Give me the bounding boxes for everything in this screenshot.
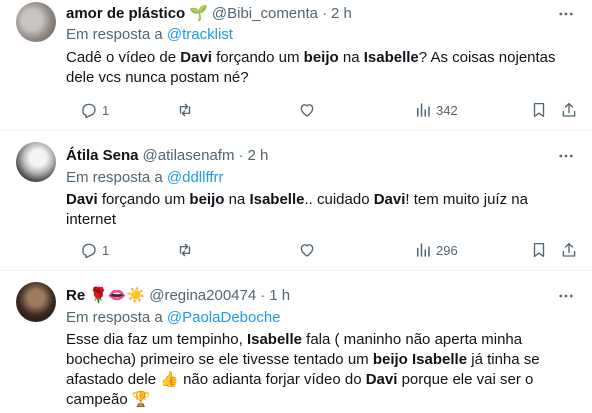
share-button[interactable] xyxy=(560,240,578,260)
heart-icon xyxy=(300,104,314,117)
reply-context: Em resposta a @ddllffrr xyxy=(66,168,224,188)
retweet-button[interactable] xyxy=(176,100,198,120)
reply-icon xyxy=(82,103,96,119)
highlighted-keyword: Davi xyxy=(66,191,98,208)
reply-count: 1 xyxy=(102,102,110,118)
display-name[interactable]: Átila Sena xyxy=(66,146,139,166)
retweet-button[interactable] xyxy=(176,240,198,260)
reply-button[interactable]: 1 xyxy=(80,240,109,260)
highlighted-keyword: Davi xyxy=(365,371,398,388)
reply-prefix: Em resposta a xyxy=(66,309,163,326)
like-button[interactable] xyxy=(298,100,320,120)
tweet-header: Re 🌹👄☀️ @regina200474 · 1 h xyxy=(66,286,290,306)
bookmark-icon xyxy=(533,242,545,258)
views-button[interactable]: 296 xyxy=(414,240,458,260)
text-segment: na xyxy=(224,191,250,208)
retweet-icon xyxy=(179,103,191,117)
display-name[interactable]: Re xyxy=(66,286,85,306)
tweet-actions: 1 342 xyxy=(66,100,580,120)
reply-to-link[interactable]: @PaolaDeboche xyxy=(167,309,281,326)
tweet-header: amor de plástico 🌱 @Bibi_comenta · 2 h xyxy=(66,4,352,24)
text-segment: .. cuidado xyxy=(304,191,374,208)
display-name[interactable]: amor de plástico xyxy=(66,4,185,24)
views-count: 342 xyxy=(436,102,458,118)
views-count: 296 xyxy=(436,242,458,258)
heart-icon xyxy=(300,244,314,257)
reply-context: Em resposta a @PaolaDeboche xyxy=(66,308,281,328)
reply-to-link[interactable]: @ddllffrr xyxy=(167,169,224,186)
share-icon xyxy=(562,242,576,257)
timestamp[interactable]: 1 h xyxy=(269,286,290,306)
tweet-actions: 1 296 xyxy=(66,240,580,260)
user-handle[interactable]: @Bibi_comenta xyxy=(212,4,318,24)
more-icon[interactable] xyxy=(556,4,576,24)
tweet-text: Esse dia faz um tempinho, Isabelle fala … xyxy=(66,330,566,410)
user-handle[interactable]: @atilasenafm xyxy=(143,146,235,166)
retweet-icon xyxy=(179,243,191,257)
tweet-header: Átila Sena @atilasenafm · 2 h xyxy=(66,146,268,166)
highlighted-keyword: Isabelle xyxy=(246,331,302,348)
views-icon xyxy=(417,103,430,117)
more-icon[interactable] xyxy=(556,146,576,166)
timestamp[interactable]: 2 h xyxy=(247,146,268,166)
text-segment: Esse dia faz um tempinho, xyxy=(66,331,247,348)
highlighted-keyword: Davi xyxy=(373,191,406,208)
highlighted-keyword: Isabelle xyxy=(412,351,468,368)
views-button[interactable]: 342 xyxy=(414,100,458,120)
tweet[interactable]: Re 🌹👄☀️ @regina200474 · 1 h Em resposta … xyxy=(0,270,592,413)
reply-context: Em resposta a @tracklist xyxy=(66,25,233,45)
views-icon xyxy=(417,243,430,257)
reply-icon xyxy=(82,243,96,259)
text-segment: Cadê o vídeo de xyxy=(66,49,181,66)
highlighted-keyword: beijo xyxy=(372,351,408,368)
bookmark-button[interactable] xyxy=(530,240,548,260)
avatar[interactable] xyxy=(16,282,56,322)
tweet-text: Davi forçando um beijo na Isabelle.. cui… xyxy=(66,190,566,230)
text-segment: forçando um xyxy=(97,191,190,208)
highlighted-keyword: Davi xyxy=(180,49,212,66)
separator-dot: · xyxy=(260,287,266,304)
reply-count: 1 xyxy=(102,242,110,258)
highlighted-keyword: beijo xyxy=(189,191,225,208)
highlighted-keyword: Isabelle xyxy=(363,49,419,66)
avatar[interactable] xyxy=(16,2,56,42)
tweet-text: Cadê o vídeo de Davi forçando um beijo n… xyxy=(66,48,566,88)
like-button[interactable] xyxy=(298,240,320,260)
highlighted-keyword: Isabelle xyxy=(249,191,305,208)
bookmark-icon xyxy=(533,102,545,118)
highlighted-keyword: beijo xyxy=(303,49,339,66)
text-segment: na xyxy=(338,49,364,66)
reply-prefix: Em resposta a xyxy=(66,26,163,43)
reply-to-link[interactable]: @tracklist xyxy=(167,26,233,43)
share-button[interactable] xyxy=(560,100,578,120)
separator-dot: · xyxy=(322,5,328,22)
share-icon xyxy=(562,102,576,117)
reply-prefix: Em resposta a xyxy=(66,169,163,186)
tweet[interactable]: amor de plástico 🌱 @Bibi_comenta · 2 h E… xyxy=(0,0,592,130)
avatar[interactable] xyxy=(16,142,56,182)
more-icon[interactable] xyxy=(556,286,576,306)
tweet[interactable]: Átila Sena @atilasenafm · 2 h Em respost… xyxy=(0,130,592,270)
name-emoji: 🌱 xyxy=(189,5,208,22)
text-segment: forçando um xyxy=(211,49,304,66)
user-handle[interactable]: @regina200474 xyxy=(149,286,256,306)
separator-dot: · xyxy=(238,147,244,164)
timestamp[interactable]: 2 h xyxy=(331,4,352,24)
bookmark-button[interactable] xyxy=(530,100,548,120)
reply-button[interactable]: 1 xyxy=(80,100,109,120)
name-emoji: 🌹👄☀️ xyxy=(89,287,146,304)
